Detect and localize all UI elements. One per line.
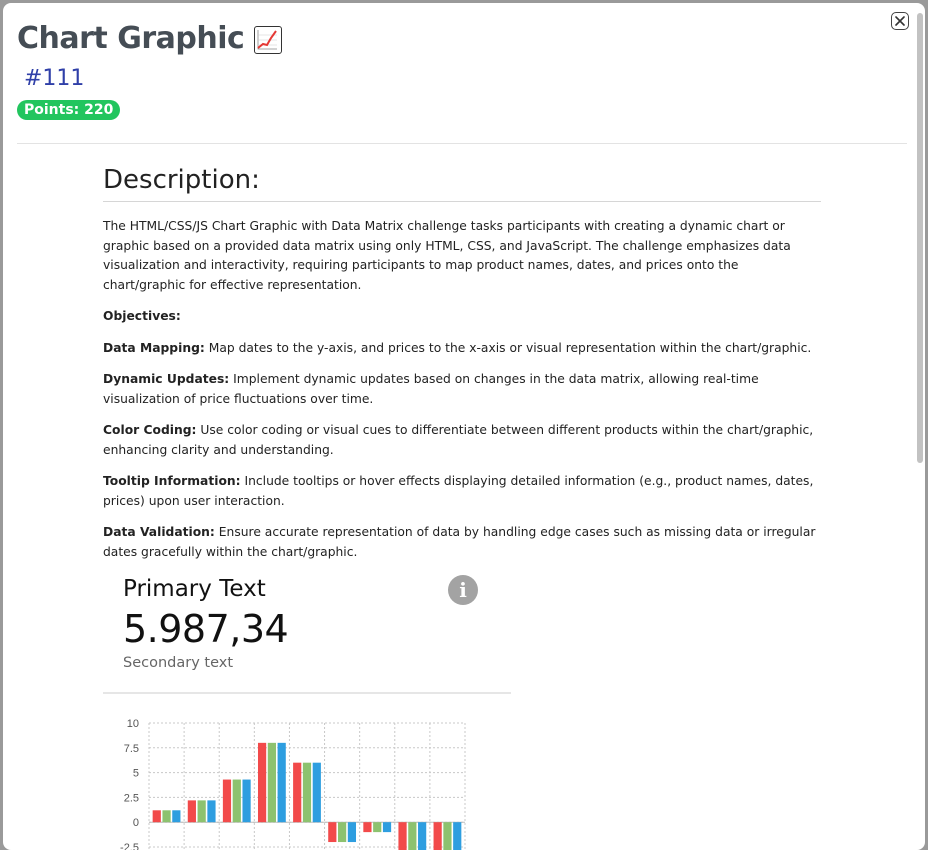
chart-bar[interactable] bbox=[267, 742, 276, 823]
challenge-id: #111 bbox=[24, 66, 85, 91]
objective-item: Tooltip Information: Include tooltips or… bbox=[103, 472, 821, 511]
chart-bar[interactable] bbox=[187, 800, 196, 823]
chart-bar[interactable] bbox=[222, 779, 232, 823]
objective-item: Data Validation: Ensure accurate represe… bbox=[103, 523, 821, 562]
description-body: The HTML/CSS/JS Chart Graphic with Data … bbox=[103, 217, 821, 574]
challenge-modal: Chart Graphic #111 Points: 220 Descripti… bbox=[3, 3, 925, 850]
chart-bar[interactable] bbox=[152, 810, 161, 823]
chart-bar[interactable] bbox=[382, 822, 392, 833]
chart-bar[interactable] bbox=[328, 822, 337, 843]
objective-label: Data Validation: bbox=[103, 525, 215, 539]
description-heading: Description: bbox=[103, 165, 260, 195]
card-divider bbox=[103, 692, 511, 694]
y-tick-label: 7.5 bbox=[124, 743, 139, 755]
chart-bar[interactable] bbox=[363, 822, 372, 833]
info-icon[interactable]: i bbox=[448, 575, 478, 605]
chart-bar[interactable] bbox=[302, 762, 312, 823]
objectives-label: Objectives: bbox=[103, 309, 181, 323]
description-rule bbox=[103, 201, 821, 202]
card-value: 5.987,34 bbox=[123, 607, 289, 651]
chart-bar[interactable] bbox=[293, 762, 302, 823]
objective-label: Dynamic Updates: bbox=[103, 372, 230, 386]
chart-bar[interactable] bbox=[398, 822, 407, 850]
chart-bar[interactable] bbox=[197, 800, 206, 823]
objective-item: Color Coding: Use color coding or visual… bbox=[103, 421, 821, 460]
chart-bar[interactable] bbox=[312, 762, 321, 823]
y-tick-label: 2.5 bbox=[124, 792, 139, 804]
points-badge: Points: 220 bbox=[17, 100, 121, 120]
objective-text: Use color coding or visual cues to diffe… bbox=[103, 423, 814, 457]
objective-label: Color Coding: bbox=[103, 423, 197, 437]
description-intro: The HTML/CSS/JS Chart Graphic with Data … bbox=[103, 219, 791, 292]
chart-bar[interactable] bbox=[257, 742, 267, 823]
chart-bar[interactable] bbox=[443, 822, 452, 850]
objective-item: Data Mapping: Map dates to the y-axis, a… bbox=[103, 339, 821, 359]
close-icon[interactable] bbox=[891, 12, 909, 30]
chart-bar[interactable] bbox=[172, 810, 181, 823]
objective-label: Data Mapping: bbox=[103, 340, 205, 355]
chart-increasing-icon bbox=[254, 25, 283, 54]
scrollbar[interactable] bbox=[917, 13, 923, 463]
modal-title: Chart Graphic bbox=[17, 21, 245, 56]
title-row: Chart Graphic bbox=[17, 21, 283, 56]
objective-item: Dynamic Updates: Implement dynamic updat… bbox=[103, 370, 821, 409]
example-card: Primary Text 5.987,34 Secondary text i 1… bbox=[103, 563, 511, 850]
chart-bar[interactable] bbox=[162, 810, 171, 823]
chart-bar[interactable] bbox=[418, 822, 427, 850]
chart-bar[interactable] bbox=[433, 822, 442, 850]
y-tick-label: 10 bbox=[127, 718, 139, 730]
chart-bar[interactable] bbox=[347, 822, 357, 843]
y-tick-label: -2.5 bbox=[120, 842, 139, 850]
y-tick-label: 5 bbox=[133, 768, 139, 780]
chart-bar[interactable] bbox=[207, 800, 216, 823]
card-primary-text: Primary Text bbox=[123, 576, 266, 602]
chart-bar[interactable] bbox=[232, 779, 241, 823]
bar-chart: 10 7.5 5 2.5 0 -2.5 bbox=[120, 718, 466, 850]
y-tick-label: 0 bbox=[133, 817, 139, 829]
chart-bar[interactable] bbox=[277, 742, 286, 823]
chart-bar[interactable] bbox=[453, 822, 462, 850]
card-secondary-text: Secondary text bbox=[123, 655, 234, 671]
chart-bar[interactable] bbox=[338, 822, 347, 843]
header-divider bbox=[17, 143, 907, 144]
objective-label: Tooltip Information: bbox=[103, 474, 241, 488]
chart-bar[interactable] bbox=[408, 822, 417, 850]
objective-text: Map dates to the y-axis, and prices to t… bbox=[204, 340, 812, 355]
chart-bar[interactable] bbox=[373, 822, 382, 833]
chart-bar[interactable] bbox=[242, 779, 251, 823]
